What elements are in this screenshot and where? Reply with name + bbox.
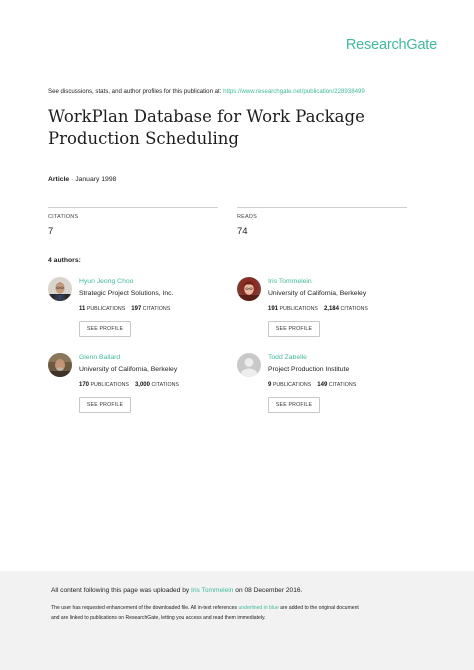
upload-suffix: on 08 December 2016. [235, 587, 303, 594]
discussion-line: See discussions, stats, and author profi… [48, 88, 365, 95]
author-card: Glenn Ballard University of California, … [48, 353, 228, 423]
author-name[interactable]: Iris Tommelein [268, 278, 312, 285]
note-prefix: The user has requested enhancement of th… [51, 605, 238, 611]
citations-label: CITATIONS [48, 214, 79, 220]
author-card: Iris Tommelein University of California,… [237, 277, 417, 347]
see-profile-button[interactable]: SEE PROFILE [268, 321, 320, 337]
publication-meta: Article · January 1998 [48, 176, 116, 183]
researchgate-logo[interactable]: ResearchGate [346, 37, 437, 53]
author-stats: 9 PUBLICATIONS 149 CITATIONS [268, 382, 356, 388]
citations-count: 197 [131, 306, 142, 312]
author-stats: 170 PUBLICATIONS 3,000 CITATIONS [79, 382, 179, 388]
enhancement-note: The user has requested enhancement of th… [51, 605, 359, 611]
publications-label: PUBLICATIONS [272, 382, 312, 388]
publications-count: 170 [79, 382, 90, 388]
download-footer: All content following this page was uplo… [0, 571, 474, 670]
citations-label: CITATIONS [340, 306, 368, 312]
citations-count: 2,184 [323, 306, 339, 312]
publications-count: 9 [268, 382, 272, 388]
citations-stat: CITATIONS 7 [48, 207, 218, 237]
enhancement-note-line2: and are linked to publications on Resear… [51, 615, 266, 621]
citations-count: 149 [317, 382, 328, 388]
see-profile-button[interactable]: SEE PROFILE [268, 397, 320, 413]
see-profile-button[interactable]: SEE PROFILE [79, 321, 131, 337]
publication-title: WorkPlan Database for Work Package Produ… [48, 107, 365, 148]
upload-notice: All content following this page was uplo… [51, 587, 302, 594]
author-name[interactable]: Todd Zabelle [268, 354, 307, 361]
note-suffix: are added to the original document [280, 605, 359, 611]
publications-count: 11 [79, 306, 86, 312]
author-card: Hyun Jeong Choo Strategic Project Soluti… [48, 277, 228, 347]
reads-stat: READS 74 [237, 207, 407, 237]
default-avatar-icon[interactable] [237, 353, 261, 377]
author-institution: University of California, Berkeley [268, 290, 367, 297]
uploader-link[interactable]: Iris Tommelein [191, 587, 233, 594]
reads-value: 74 [237, 226, 248, 237]
author-name[interactable]: Glenn Ballard [79, 354, 120, 361]
author-institution: Project Production Institute [268, 366, 350, 373]
author-stats: 191 PUBLICATIONS 2,184 CITATIONS [268, 306, 368, 312]
publications-count: 191 [268, 306, 279, 312]
author-institution: University of California, Berkeley [79, 366, 178, 373]
author-institution: Strategic Project Solutions, Inc. [79, 290, 174, 297]
citations-label: CITATIONS [151, 382, 179, 388]
author-card: Todd Zabelle Project Production Institut… [237, 353, 417, 423]
upload-prefix: All content following this page was uplo… [51, 587, 190, 594]
authors-heading: 4 authors: [48, 257, 81, 264]
author-stats: 11 PUBLICATIONS 197 CITATIONS [79, 306, 170, 312]
publication-type: Article [48, 176, 70, 183]
publication-link[interactable]: https://www.researchgate.net/publication… [223, 88, 365, 95]
author-name[interactable]: Hyun Jeong Choo [79, 278, 133, 285]
photo-avatar-icon[interactable] [237, 277, 261, 301]
reads-label: READS [237, 214, 257, 220]
publications-label: PUBLICATIONS [90, 382, 129, 388]
publications-label: PUBLICATIONS [279, 306, 318, 312]
citations-label: CITATIONS [142, 306, 171, 312]
publications-label: PUBLICATIONS [86, 306, 126, 312]
citations-value: 7 [48, 226, 54, 237]
photo-avatar-icon[interactable] [48, 277, 72, 301]
publication-date: January 1998 [75, 176, 117, 183]
photo-avatar-icon[interactable] [48, 353, 72, 377]
discussion-text: See discussions, stats, and author profi… [48, 88, 222, 95]
underlined-blue-link: underlined in blue [238, 605, 279, 611]
see-profile-button[interactable]: SEE PROFILE [79, 397, 131, 413]
citations-label: CITATIONS [328, 382, 357, 388]
citations-count: 3,000 [134, 382, 150, 388]
